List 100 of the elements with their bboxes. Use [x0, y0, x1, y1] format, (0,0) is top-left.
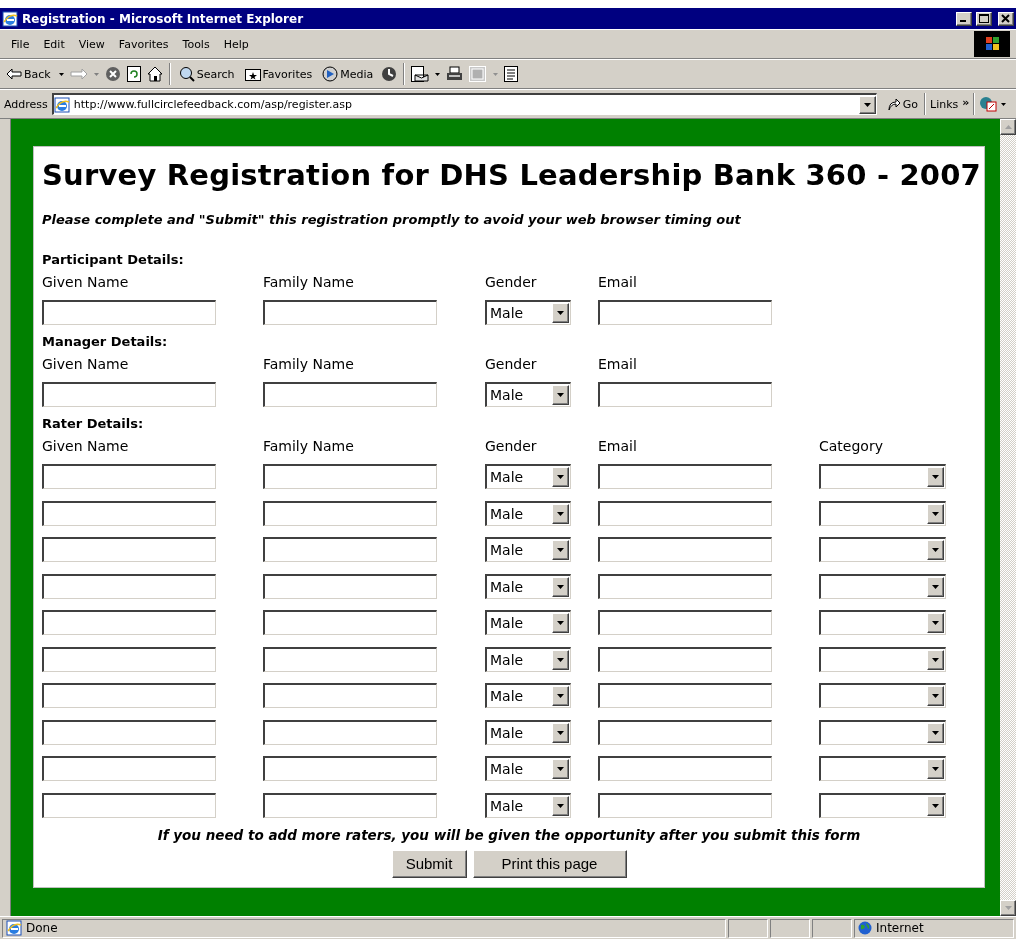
menu-item[interactable]: File — [4, 37, 37, 51]
dropdown-button[interactable] — [927, 576, 944, 597]
gender-dropdown[interactable]: Male — [485, 646, 571, 672]
submit-button[interactable]: Submit — [391, 849, 467, 878]
text-field[interactable] — [598, 382, 772, 407]
gender-dropdown[interactable]: Male — [485, 756, 571, 781]
dropdown-button[interactable] — [927, 467, 944, 487]
category-dropdown[interactable] — [819, 792, 946, 818]
text-field[interactable] — [598, 500, 772, 526]
go-button[interactable]: Go — [884, 95, 921, 113]
text-field[interactable] — [42, 683, 216, 708]
text-field[interactable] — [42, 573, 216, 599]
text-field[interactable] — [263, 573, 437, 599]
text-field[interactable] — [42, 300, 216, 325]
dropdown-button[interactable] — [552, 759, 569, 779]
dropdown-button[interactable] — [927, 759, 944, 779]
toolbar-button[interactable]: Media — [320, 64, 376, 84]
text-field[interactable] — [598, 610, 772, 635]
toolbar-button[interactable]: Search — [176, 64, 237, 84]
close-button[interactable] — [998, 11, 1014, 26]
dropdown-button[interactable] — [927, 613, 944, 633]
dropdown-button[interactable] — [552, 303, 569, 323]
category-dropdown[interactable] — [819, 719, 946, 745]
category-dropdown[interactable] — [819, 500, 946, 526]
gender-dropdown[interactable]: Male — [485, 500, 571, 526]
dropdown-button[interactable] — [927, 795, 944, 816]
dropdown-button[interactable] — [927, 649, 944, 670]
dropdown-button[interactable] — [552, 503, 569, 524]
dropdown-button[interactable] — [927, 503, 944, 524]
text-field[interactable] — [263, 500, 437, 526]
text-field[interactable] — [598, 300, 772, 325]
menu-item[interactable]: View — [71, 37, 112, 51]
gender-dropdown[interactable]: Male — [485, 300, 571, 325]
text-field[interactable] — [263, 719, 437, 745]
gender-dropdown[interactable]: Male — [485, 537, 571, 562]
dropdown-button[interactable] — [552, 613, 569, 633]
dropdown-button[interactable] — [927, 722, 944, 743]
address-field[interactable]: http://www.fullcirclefeedback.com/asp/register.asp — [51, 93, 877, 115]
text-field[interactable] — [263, 756, 437, 781]
text-field[interactable] — [598, 719, 772, 745]
text-field[interactable] — [263, 610, 437, 635]
text-field[interactable] — [598, 756, 772, 781]
dropdown-button[interactable] — [552, 795, 569, 816]
text-field[interactable] — [263, 382, 437, 407]
scroll-up-button[interactable] — [1000, 119, 1016, 135]
dropdown-button[interactable] — [552, 467, 569, 487]
text-field[interactable] — [598, 792, 772, 818]
gender-dropdown[interactable]: Male — [485, 610, 571, 635]
dropdown-button[interactable] — [927, 686, 944, 706]
text-field[interactable] — [42, 537, 216, 562]
category-dropdown[interactable] — [819, 683, 946, 708]
text-field[interactable] — [42, 646, 216, 672]
dropdown-button[interactable] — [552, 686, 569, 706]
text-field[interactable] — [598, 537, 772, 562]
toolbar-button[interactable]: Back — [4, 65, 53, 83]
text-field[interactable] — [263, 464, 437, 489]
gender-dropdown[interactable]: Male — [485, 719, 571, 745]
menu-item[interactable]: Favorites — [111, 37, 176, 51]
text-field[interactable] — [598, 646, 772, 672]
text-field[interactable] — [263, 683, 437, 708]
text-field[interactable] — [598, 683, 772, 708]
text-field[interactable] — [42, 500, 216, 526]
menu-item[interactable]: Edit — [36, 37, 72, 51]
text-field[interactable] — [598, 573, 772, 599]
text-field[interactable] — [263, 300, 437, 325]
category-dropdown[interactable] — [819, 464, 946, 489]
toolbar-button[interactable]: Favorites — [242, 65, 315, 83]
dropdown-button[interactable] — [552, 722, 569, 743]
minimize-button[interactable] — [956, 11, 972, 26]
menu-item[interactable]: Tools — [175, 37, 217, 51]
maximize-button[interactable] — [976, 11, 992, 26]
text-field[interactable] — [263, 537, 437, 562]
category-dropdown[interactable] — [819, 573, 946, 599]
dropdown-button[interactable] — [552, 649, 569, 670]
menu-item[interactable]: Help — [216, 37, 256, 51]
text-field[interactable] — [263, 646, 437, 672]
gender-dropdown[interactable]: Male — [485, 464, 571, 489]
dropdown-button[interactable] — [552, 540, 569, 560]
dropdown-button[interactable] — [927, 540, 944, 560]
scroll-down-button[interactable] — [1000, 900, 1016, 916]
gender-dropdown[interactable]: Male — [485, 792, 571, 818]
category-dropdown[interactable] — [819, 646, 946, 672]
gender-dropdown[interactable]: Male — [485, 573, 571, 599]
dropdown-button[interactable] — [552, 576, 569, 597]
text-field[interactable] — [42, 719, 216, 745]
gender-dropdown[interactable]: Male — [485, 382, 571, 407]
text-field[interactable] — [42, 756, 216, 781]
category-dropdown[interactable] — [819, 610, 946, 635]
print-button[interactable]: Print this page — [472, 849, 627, 878]
dropdown-button[interactable] — [552, 385, 569, 405]
text-field[interactable] — [42, 464, 216, 489]
text-field[interactable] — [42, 792, 216, 818]
text-field[interactable] — [598, 464, 772, 489]
gender-dropdown[interactable]: Male — [485, 683, 571, 708]
links-button[interactable]: Links » — [930, 97, 970, 111]
category-dropdown[interactable] — [819, 756, 946, 781]
text-field[interactable] — [42, 610, 216, 635]
text-field[interactable] — [42, 382, 216, 407]
text-field[interactable] — [263, 792, 437, 818]
dropdown-button[interactable] — [858, 95, 876, 114]
